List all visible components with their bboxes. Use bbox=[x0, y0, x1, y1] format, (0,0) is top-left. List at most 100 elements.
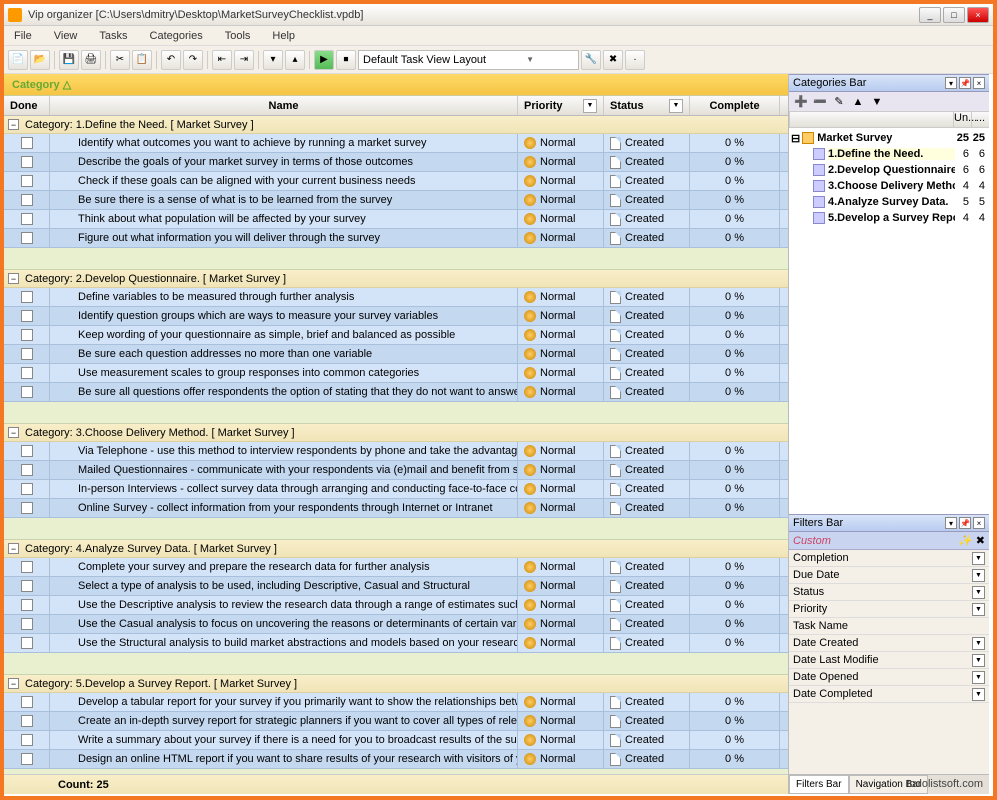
save-button[interactable]: 💾 bbox=[59, 50, 79, 70]
panel-pin-button[interactable]: 📌 bbox=[959, 77, 971, 89]
collapse-icon[interactable]: − bbox=[8, 543, 19, 554]
collapse-icon[interactable]: − bbox=[8, 119, 19, 130]
tool-b-button[interactable]: ✖ bbox=[603, 50, 623, 70]
task-row[interactable]: Create an in-depth survey report for str… bbox=[4, 712, 788, 731]
done-checkbox[interactable] bbox=[21, 637, 33, 649]
category-filter-bar[interactable]: Category △ bbox=[4, 74, 788, 96]
done-checkbox[interactable] bbox=[21, 599, 33, 611]
task-row[interactable]: Design an online HTML report if you want… bbox=[4, 750, 788, 769]
done-checkbox[interactable] bbox=[21, 618, 33, 630]
col-complete[interactable]: Complete bbox=[690, 96, 780, 115]
group-row[interactable]: −Category: 3.Choose Delivery Method. [ M… bbox=[4, 424, 788, 442]
menu-file[interactable]: File bbox=[10, 28, 36, 44]
col-status[interactable]: Status▼ bbox=[604, 96, 690, 115]
task-row[interactable]: Develop a tabular report for your survey… bbox=[4, 693, 788, 712]
task-row[interactable]: Use measurement scales to group response… bbox=[4, 364, 788, 383]
col-priority[interactable]: Priority▼ bbox=[518, 96, 604, 115]
done-checkbox[interactable] bbox=[21, 580, 33, 592]
tool-a-button[interactable]: 🔧 bbox=[581, 50, 601, 70]
task-row[interactable]: In-person Interviews - collect survey da… bbox=[4, 480, 788, 499]
filter-pin-button[interactable]: 📌 bbox=[959, 517, 971, 529]
cat-up-button[interactable]: ▲ bbox=[850, 94, 866, 110]
done-checkbox[interactable] bbox=[21, 310, 33, 322]
run-button[interactable]: ▶ bbox=[314, 50, 334, 70]
tool-c-button[interactable]: · bbox=[625, 50, 645, 70]
group-row[interactable]: −Category: 5.Develop a Survey Report. [ … bbox=[4, 675, 788, 693]
task-row[interactable]: Be sure each question addresses no more … bbox=[4, 345, 788, 364]
expand-button[interactable]: ▾ bbox=[263, 50, 283, 70]
filter-row[interactable]: Date Completed▼ bbox=[789, 686, 989, 703]
filter-row[interactable]: Task Name bbox=[789, 618, 989, 635]
tree-item[interactable]: 2.Develop Questionnaire66 bbox=[791, 162, 987, 178]
group-row[interactable]: −Category: 1.Define the Need. [ Market S… bbox=[4, 116, 788, 134]
close-button[interactable]: × bbox=[967, 7, 989, 23]
new-button[interactable]: 📄 bbox=[8, 50, 28, 70]
filter-dropdown-icon[interactable]: ▼ bbox=[972, 586, 985, 599]
filter-dropdown-icon[interactable]: ▼ bbox=[972, 637, 985, 650]
task-row[interactable]: Use the Descriptive analysis to review t… bbox=[4, 596, 788, 615]
done-checkbox[interactable] bbox=[21, 483, 33, 495]
filter-menu-button[interactable]: ▾ bbox=[945, 517, 957, 529]
open-button[interactable]: 📂 bbox=[30, 50, 50, 70]
done-checkbox[interactable] bbox=[21, 502, 33, 514]
filter-dropdown-icon[interactable]: ▼ bbox=[972, 603, 985, 616]
filter-close-button[interactable]: × bbox=[973, 517, 985, 529]
filter-dropdown-icon[interactable]: ▼ bbox=[972, 552, 985, 565]
task-row[interactable]: Complete your survey and prepare the res… bbox=[4, 558, 788, 577]
clear-icon[interactable]: ✖ bbox=[976, 534, 985, 547]
done-checkbox[interactable] bbox=[21, 445, 33, 457]
minimize-button[interactable]: _ bbox=[919, 7, 941, 23]
task-row[interactable]: Describe the goals of your market survey… bbox=[4, 153, 788, 172]
col-done[interactable]: Done bbox=[4, 96, 50, 115]
filter-row[interactable]: Priority▼ bbox=[789, 601, 989, 618]
done-checkbox[interactable] bbox=[21, 367, 33, 379]
stop-button[interactable]: ⏹ bbox=[336, 50, 356, 70]
group-row[interactable]: −Category: 4.Analyze Survey Data. [ Mark… bbox=[4, 540, 788, 558]
col-name[interactable]: Name bbox=[50, 96, 518, 115]
menu-view[interactable]: View bbox=[50, 28, 82, 44]
indent-right-button[interactable]: ⇥ bbox=[234, 50, 254, 70]
collapse-button[interactable]: ▴ bbox=[285, 50, 305, 70]
task-row[interactable]: Think about what population will be affe… bbox=[4, 210, 788, 229]
filter-dropdown-icon[interactable]: ▼ bbox=[972, 569, 985, 582]
task-row[interactable]: Define variables to be measured through … bbox=[4, 288, 788, 307]
panel-close-button[interactable]: × bbox=[973, 77, 985, 89]
done-checkbox[interactable] bbox=[21, 715, 33, 727]
done-checkbox[interactable] bbox=[21, 291, 33, 303]
maximize-button[interactable]: □ bbox=[943, 7, 965, 23]
filter-row[interactable]: Date Created▼ bbox=[789, 635, 989, 652]
done-checkbox[interactable] bbox=[21, 156, 33, 168]
copy-button[interactable]: 📋 bbox=[132, 50, 152, 70]
done-checkbox[interactable] bbox=[21, 734, 33, 746]
task-row[interactable]: Figure out what information you will del… bbox=[4, 229, 788, 248]
menu-help[interactable]: Help bbox=[268, 28, 299, 44]
task-row[interactable]: Keep wording of your questionnaire as si… bbox=[4, 326, 788, 345]
cat-del-button[interactable]: ➖ bbox=[812, 94, 828, 110]
status-filter-icon[interactable]: ▼ bbox=[669, 99, 683, 113]
task-row[interactable]: Use the Structural analysis to build mar… bbox=[4, 634, 788, 653]
done-checkbox[interactable] bbox=[21, 175, 33, 187]
task-row[interactable]: Select a type of analysis to be used, in… bbox=[4, 577, 788, 596]
task-row[interactable]: Mailed Questionnaires - communicate with… bbox=[4, 461, 788, 480]
task-row[interactable]: Use the Casual analysis to focus on unco… bbox=[4, 615, 788, 634]
tree-item[interactable]: 5.Develop a Survey Repo44 bbox=[791, 210, 987, 226]
filter-dropdown-icon[interactable]: ▼ bbox=[972, 688, 985, 701]
task-row[interactable]: Write a summary about your survey if the… bbox=[4, 731, 788, 750]
filter-dropdown-icon[interactable]: ▼ bbox=[972, 654, 985, 667]
done-checkbox[interactable] bbox=[21, 464, 33, 476]
done-checkbox[interactable] bbox=[21, 753, 33, 765]
wand-icon[interactable]: ✨ bbox=[958, 534, 972, 547]
done-checkbox[interactable] bbox=[21, 137, 33, 149]
filter-custom-row[interactable]: Custom ✨ ✖ bbox=[789, 532, 989, 550]
undo-button[interactable]: ↶ bbox=[161, 50, 181, 70]
menu-categories[interactable]: Categories bbox=[146, 28, 207, 44]
task-row[interactable]: Identify what outcomes you want to achie… bbox=[4, 134, 788, 153]
side-tab[interactable]: Filters Bar bbox=[789, 775, 849, 794]
filter-row[interactable]: Date Last Modifie▼ bbox=[789, 652, 989, 669]
filter-row[interactable]: Status▼ bbox=[789, 584, 989, 601]
done-checkbox[interactable] bbox=[21, 232, 33, 244]
task-row[interactable]: Via Telephone - use this method to inter… bbox=[4, 442, 788, 461]
tree-item[interactable]: 3.Choose Delivery Metho44 bbox=[791, 178, 987, 194]
redo-button[interactable]: ↷ bbox=[183, 50, 203, 70]
done-checkbox[interactable] bbox=[21, 194, 33, 206]
